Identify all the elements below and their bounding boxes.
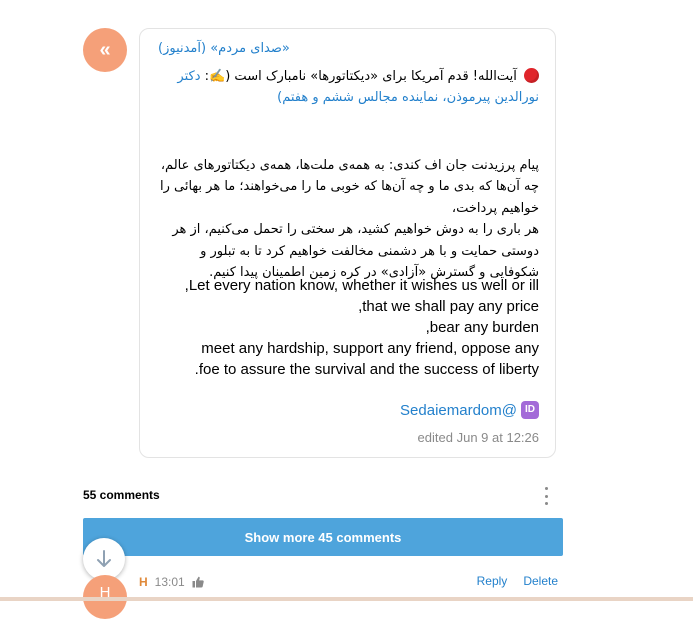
english-quote-line: meet any hardship, support any friend, o… [201,340,539,357]
english-quote-line: foe to assure the survival and the succe… [194,361,539,378]
post-meta: edited Jun 9 at 12:26 [418,430,539,445]
id-badge-icon: ID [521,401,539,419]
thumbs-up-icon[interactable] [192,576,204,588]
post-card: «صدای مردم» (آمدنیوز) آیت‌الله! قدم آمری… [139,28,556,458]
delete-button[interactable]: Delete [523,574,558,588]
bottom-divider [0,597,693,601]
kebab-menu-icon[interactable] [540,487,552,505]
red-circle-icon [524,68,539,83]
persian-paragraph: پیام پرزیدنت جان اف کندی: به همه‌ی ملت‌ه… [158,133,539,284]
comment-time: 13:01 [154,575,185,589]
channel-name[interactable]: «صدای مردم» (آمدنیوز) [158,41,537,56]
english-quote-line: bear any burden, [425,319,539,336]
signature-handle[interactable]: Sedaiemardom@ [400,402,517,419]
channel-avatar[interactable]: « [83,28,127,72]
post-headline: آیت‌الله! قدم آمریکا برای «دیکتاتورها» ن… [158,66,539,108]
show-more-label: Show more 45 comments [244,529,402,545]
writing-hand-icon: ✍️ [209,69,226,84]
comment-actions: Reply Delete [477,574,558,588]
edited-label: edited [417,430,453,445]
comments-count: 55 comments [83,488,160,502]
english-quote-line: that we shall pay any price, [358,298,539,315]
comment-author[interactable]: H [139,575,148,589]
persian-paragraph-text: پیام پرزیدنت جان اف کندی: به همه‌ی ملت‌ه… [160,157,539,281]
reply-button[interactable]: Reply [477,574,508,588]
channel-avatar-glyph: « [99,38,111,61]
show-more-comments-button[interactable]: Show more 45 comments [83,518,563,556]
post-time: Jun 9 at 12:26 [456,430,539,445]
arrow-down-icon [97,550,111,567]
signature: Sedaiemardom@ ID [400,401,539,419]
english-quote-line: Let every nation know, whether it wishes… [184,277,539,294]
scroll-down-button[interactable] [83,538,125,580]
english-quote: Let every nation know, whether it wishes… [158,275,539,380]
headline-text: آیت‌الله! قدم آمریکا برای «دیکتاتورها» ن… [225,69,517,84]
